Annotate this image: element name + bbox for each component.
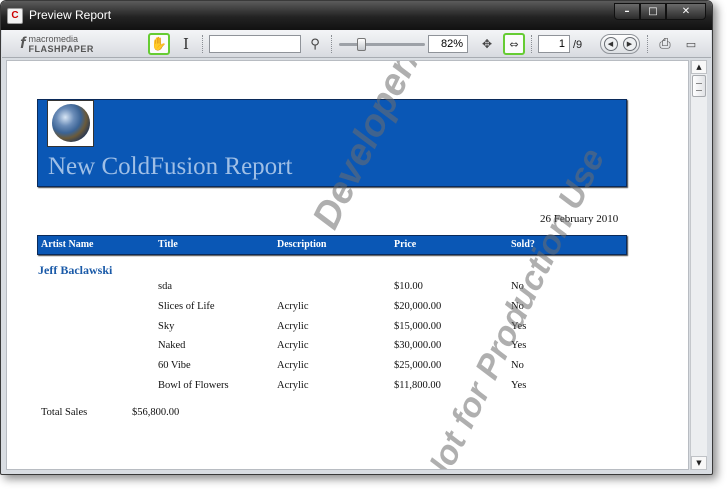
cell-price: $20,000.00 bbox=[394, 300, 442, 312]
close-button[interactable]: ✕ bbox=[666, 3, 706, 20]
table-row: 60 Vibe Acrylic $25,000.00 No bbox=[15, 360, 635, 380]
globe-image bbox=[47, 100, 94, 147]
cell-title: sda bbox=[158, 281, 172, 292]
total-sales-value: $56,800.00 bbox=[132, 407, 180, 418]
column-header-description: Description bbox=[277, 239, 327, 250]
cell-price: $10.00 bbox=[394, 281, 423, 292]
column-header-price: Price bbox=[394, 239, 417, 250]
flashpaper-logo: f macromedia FLASHPAPER bbox=[12, 33, 102, 55]
search-icon[interactable]: ⚲ bbox=[306, 33, 324, 55]
scroll-up-arrow-icon[interactable]: ▲ bbox=[691, 60, 707, 74]
toolbar-separator bbox=[531, 35, 532, 53]
report-page: New ColdFusion Report 26 February 2010 A… bbox=[15, 61, 682, 469]
minimize-button[interactable]: – bbox=[614, 3, 640, 20]
cell-sold: Yes bbox=[511, 380, 527, 391]
cell-title: Slices of Life bbox=[158, 300, 215, 312]
page-number-field[interactable]: 1 bbox=[538, 35, 570, 53]
scrollbar-thumb[interactable] bbox=[692, 75, 706, 97]
cell-title: Sky bbox=[158, 320, 175, 332]
fit-width-icon[interactable]: ⇔ bbox=[503, 33, 525, 55]
options-icon[interactable]: ▭ bbox=[683, 33, 699, 55]
column-header-title: Title bbox=[158, 239, 178, 250]
flashpaper-logo-icon: f bbox=[20, 35, 26, 52]
cell-description: Acrylic bbox=[277, 320, 309, 332]
window-controls: – □ ✕ bbox=[614, 3, 706, 20]
total-sales-label: Total Sales bbox=[41, 407, 88, 418]
document-viewport[interactable]: New ColdFusion Report 26 February 2010 A… bbox=[6, 60, 689, 470]
hand-tool-icon[interactable]: ✋ bbox=[148, 33, 170, 55]
artist-group-name: Jeff Baclawski bbox=[38, 263, 113, 277]
next-page-icon[interactable]: ▶ bbox=[622, 37, 637, 51]
zoom-slider[interactable] bbox=[339, 43, 425, 46]
zoom-slider-thumb[interactable] bbox=[356, 38, 366, 51]
cell-price: $25,000.00 bbox=[394, 360, 442, 372]
cell-price: $15,000.00 bbox=[394, 320, 442, 332]
fit-page-icon[interactable]: ✥ bbox=[478, 33, 496, 55]
cell-description: Acrylic bbox=[277, 340, 309, 352]
scroll-down-arrow-icon[interactable]: ▼ bbox=[691, 456, 707, 470]
maximize-button[interactable]: □ bbox=[640, 3, 666, 20]
cell-description: Acrylic bbox=[277, 380, 309, 391]
cell-description: Acrylic bbox=[277, 360, 309, 372]
window-title: Preview Report bbox=[29, 8, 112, 22]
previous-page-icon[interactable]: ◀ bbox=[603, 37, 618, 51]
search-input[interactable] bbox=[209, 35, 301, 53]
cell-price: $11,800.00 bbox=[394, 380, 441, 391]
table-row: Sky Acrylic $15,000.00 Yes bbox=[15, 321, 635, 341]
preview-report-window: C Preview Report – □ ✕ f macromedia FLAS… bbox=[0, 0, 713, 475]
print-icon[interactable]: ⎙ bbox=[655, 33, 675, 55]
toolbar-separator bbox=[647, 35, 648, 53]
zoom-level-field[interactable]: 82% bbox=[428, 35, 468, 53]
toolbar-separator bbox=[202, 35, 203, 53]
table-row: Naked Acrylic $30,000.00 Yes bbox=[15, 340, 635, 360]
cell-price: $30,000.00 bbox=[394, 340, 442, 352]
cell-description: Acrylic bbox=[277, 300, 309, 312]
cell-title: 60 Vibe bbox=[158, 360, 191, 372]
text-select-icon[interactable]: I bbox=[178, 33, 194, 55]
page-total-label: /9 bbox=[573, 39, 583, 51]
title-bar[interactable]: C Preview Report – □ ✕ bbox=[1, 1, 712, 30]
flashpaper-toolbar: f macromedia FLASHPAPER ✋ I ⚲ 82% ✥ ⇔ 1 … bbox=[2, 30, 711, 58]
vertical-scrollbar[interactable]: ▲ ▼ bbox=[690, 60, 707, 470]
toolbar-separator bbox=[331, 35, 332, 53]
coldfusion-app-icon: C bbox=[7, 8, 23, 24]
page-navigation: ◀ ▶ bbox=[600, 34, 640, 54]
cell-title: Bowl of Flowers bbox=[158, 380, 229, 391]
column-header-artist: Artist Name bbox=[41, 239, 94, 250]
cell-title: Naked bbox=[158, 340, 186, 352]
logo-bottom-text: FLASHPAPER bbox=[28, 44, 94, 54]
table-row: Bowl of Flowers Acrylic $11,800.00 Yes bbox=[15, 380, 635, 400]
logo-top-text: macromedia bbox=[28, 34, 79, 44]
report-title: New ColdFusion Report bbox=[48, 153, 293, 180]
